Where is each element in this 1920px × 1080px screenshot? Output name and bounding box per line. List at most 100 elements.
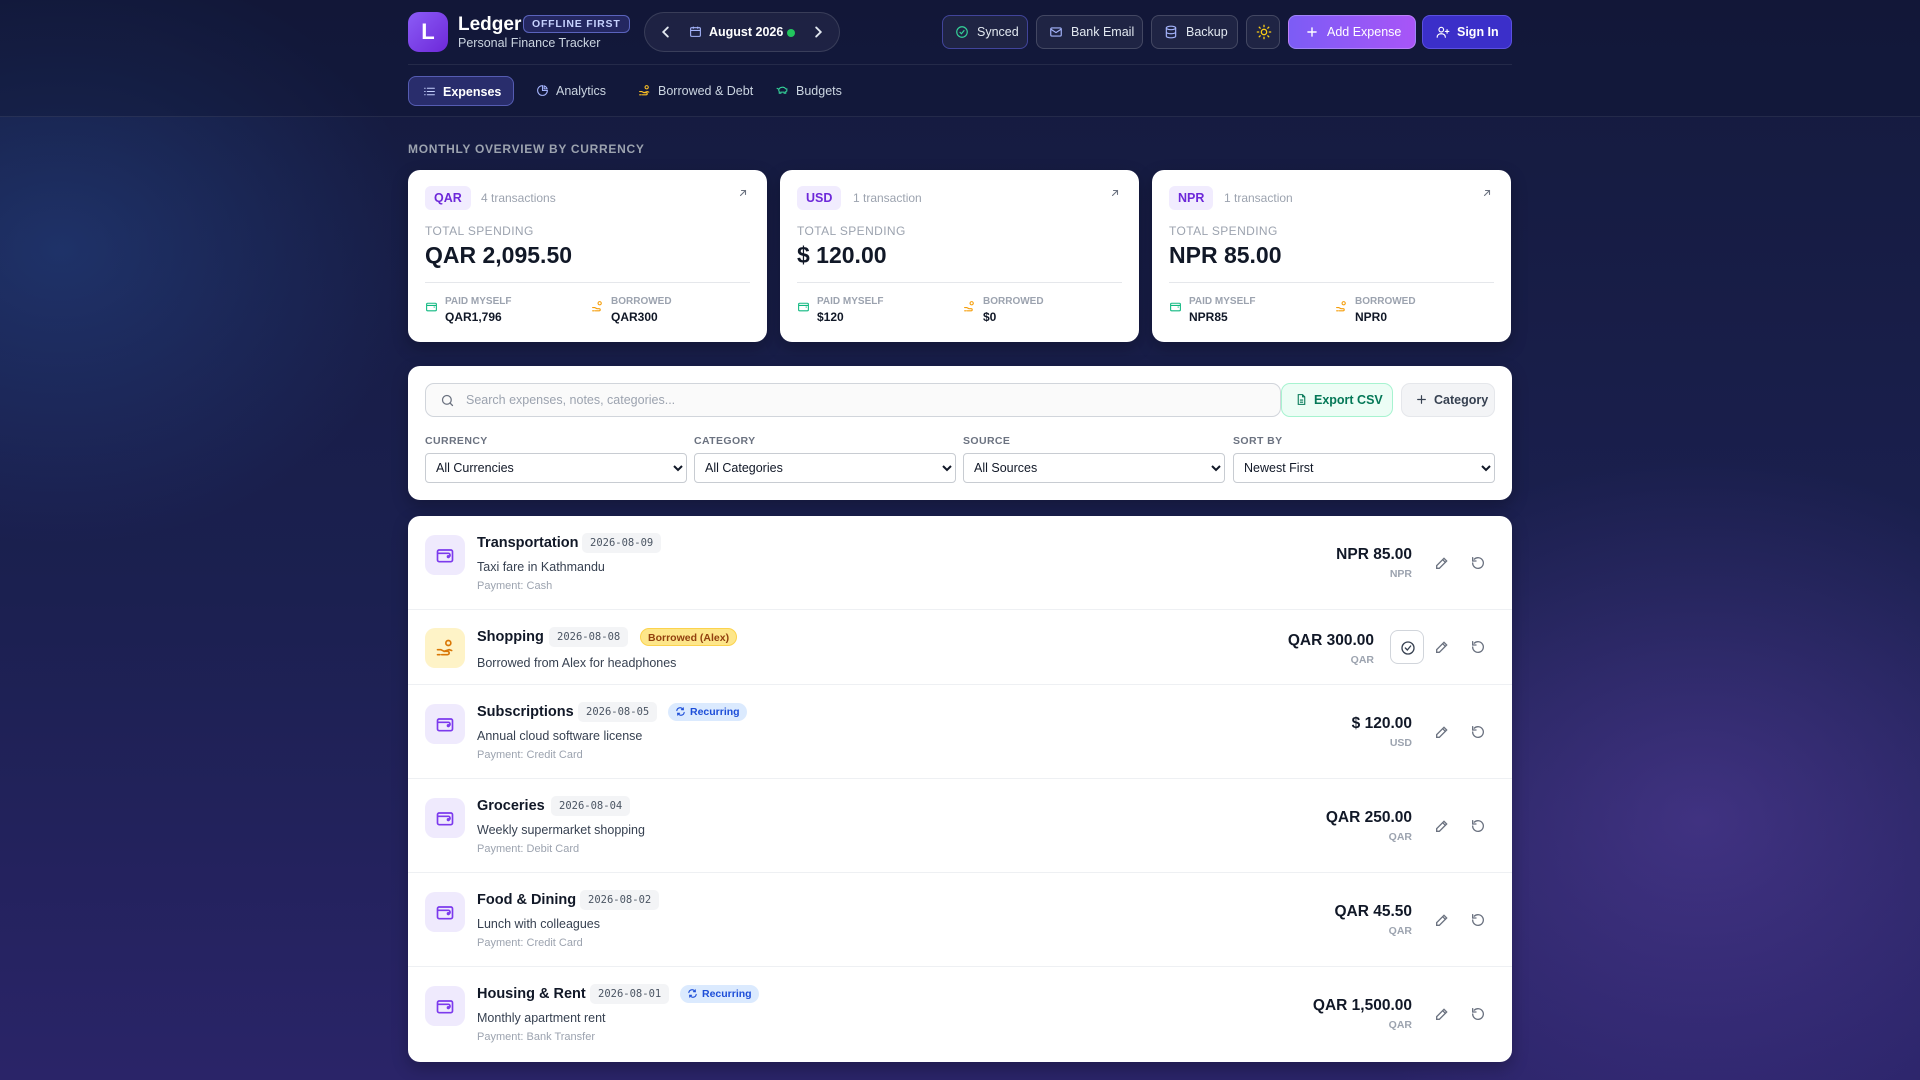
- currency-card-npr[interactable]: NPR 1 transaction TOTAL SPENDING NPR 85.…: [1152, 170, 1511, 342]
- borrowed-stat: BORROWED QAR300: [591, 294, 751, 324]
- repeat-icon: [687, 988, 698, 999]
- undo-icon[interactable]: [1464, 633, 1492, 661]
- transaction-count: 1 transaction: [853, 191, 922, 205]
- tab-expenses[interactable]: Expenses: [408, 76, 514, 106]
- edit-icon[interactable]: [1428, 1000, 1456, 1028]
- currency-card-usd[interactable]: USD 1 transaction TOTAL SPENDING $ 120.0…: [780, 170, 1139, 342]
- expense-row[interactable]: Groceries 2026-08-04 Weekly supermarket …: [408, 779, 1512, 873]
- mail-icon: [1049, 25, 1063, 39]
- offline-first-badge: OFFLINE FIRST: [523, 15, 630, 33]
- export-csv-label: Export CSV: [1314, 393, 1383, 407]
- expense-row[interactable]: Transportation 2026-08-09 Taxi fare in K…: [408, 516, 1512, 610]
- source-filter-label: SOURCE: [963, 435, 1011, 447]
- expense-category: Housing & Rent: [477, 986, 586, 1002]
- search-icon: [440, 393, 455, 408]
- expense-date: 2026-08-02: [580, 890, 660, 910]
- paid-myself-value: QAR1,796: [445, 310, 502, 324]
- expense-row[interactable]: Food & Dining 2026-08-02 Lunch with coll…: [408, 873, 1512, 967]
- category-filter-select[interactable]: All Categories: [694, 453, 956, 483]
- sign-in-button[interactable]: Sign In: [1422, 15, 1512, 49]
- recurring-label: Recurring: [690, 706, 740, 718]
- expense-category: Food & Dining: [477, 892, 577, 908]
- topbar: L Ledger OFFLINE FIRST Personal Finance …: [408, 12, 1512, 52]
- hand-coins-icon: [591, 300, 604, 313]
- add-expense-button[interactable]: Add Expense: [1288, 15, 1416, 49]
- tab-borrowed-debt-label: Borrowed & Debt: [658, 84, 754, 98]
- expense-amount: $ 120.00: [1351, 715, 1412, 732]
- edit-icon[interactable]: [1428, 812, 1456, 840]
- expense-description: Annual cloud software license: [477, 729, 643, 743]
- bank-email-button[interactable]: Bank Email: [1036, 15, 1143, 49]
- tab-budgets-label: Budgets: [796, 84, 842, 98]
- tab-borrowed-debt[interactable]: Borrowed & Debt: [624, 76, 754, 106]
- expense-payment-method: Payment: Debit Card: [477, 843, 580, 855]
- synced-button[interactable]: Synced: [942, 15, 1028, 49]
- currency-filter-select[interactable]: All Currencies: [425, 453, 687, 483]
- export-csv-button[interactable]: Export CSV: [1281, 383, 1393, 417]
- borrowed-value: $0: [983, 310, 997, 324]
- wallet-icon: [425, 986, 465, 1026]
- synced-label: Synced: [977, 25, 1019, 39]
- paid-myself-stat: PAID MYSELF QAR1,796: [425, 294, 585, 324]
- add-category-button[interactable]: Category: [1401, 383, 1495, 417]
- database-icon: [1164, 25, 1178, 39]
- undo-icon[interactable]: [1464, 718, 1492, 746]
- edit-icon[interactable]: [1428, 718, 1456, 746]
- user-plus-icon: [1436, 25, 1450, 39]
- undo-icon[interactable]: [1464, 1000, 1492, 1028]
- current-month-label[interactable]: August 2026: [709, 25, 783, 39]
- currency-card-qar[interactable]: QAR 4 transactions TOTAL SPENDING QAR 2,…: [408, 170, 767, 342]
- expense-row[interactable]: Subscriptions 2026-08-05 Recurring Annua…: [408, 685, 1512, 779]
- expense-date: 2026-08-05: [578, 702, 658, 722]
- expense-date: 2026-08-09: [582, 533, 662, 553]
- source-filter-select[interactable]: All Sources: [963, 453, 1225, 483]
- borrowed-value: NPR0: [1355, 310, 1388, 324]
- tab-expenses-label: Expenses: [443, 85, 502, 99]
- arrow-up-right-icon[interactable]: [1481, 187, 1493, 199]
- card-divider: [425, 282, 750, 283]
- paid-myself-stat: PAID MYSELF $120: [797, 294, 957, 324]
- month-navigator: August 2026: [644, 12, 840, 52]
- borrowed-label: BORROWED: [1355, 296, 1416, 307]
- search-box: [425, 383, 1281, 417]
- repeat-icon: [675, 706, 686, 717]
- sign-in-label: Sign In: [1457, 25, 1499, 39]
- expense-row[interactable]: Housing & Rent 2026-08-01 Recurring Mont…: [408, 967, 1512, 1062]
- hand-coins-icon: [963, 300, 976, 313]
- expense-description: Borrowed from Alex for headphones: [477, 656, 677, 670]
- theme-toggle-button[interactable]: [1246, 15, 1280, 49]
- list-icon: [423, 85, 436, 98]
- edit-icon[interactable]: [1428, 906, 1456, 934]
- expense-row[interactable]: Shopping 2026-08-08 Borrowed (Alex) Borr…: [408, 610, 1512, 685]
- undo-icon[interactable]: [1464, 549, 1492, 577]
- sun-icon: [1256, 24, 1272, 40]
- undo-icon[interactable]: [1464, 906, 1492, 934]
- arrow-up-right-icon[interactable]: [737, 187, 749, 199]
- sort-by-label: SORT BY: [1233, 435, 1283, 447]
- chevron-right-icon[interactable]: [807, 21, 829, 43]
- wallet-icon: [425, 535, 465, 575]
- sort-by-select[interactable]: Newest First: [1233, 453, 1495, 483]
- borrowed-value: QAR300: [611, 310, 658, 324]
- recurring-badge: Recurring: [680, 985, 759, 1003]
- backup-button[interactable]: Backup: [1151, 15, 1238, 49]
- undo-icon[interactable]: [1464, 812, 1492, 840]
- chevron-left-icon[interactable]: [655, 21, 677, 43]
- borrowed-stat: BORROWED NPR0: [1335, 294, 1495, 324]
- arrow-up-right-icon[interactable]: [1109, 187, 1121, 199]
- expense-amount: QAR 250.00: [1325, 809, 1412, 826]
- search-input[interactable]: [466, 384, 1266, 416]
- expense-currency: QAR: [1388, 1019, 1412, 1031]
- tab-analytics[interactable]: Analytics: [522, 76, 616, 106]
- hand-coins-icon: [638, 84, 651, 97]
- borrowed-stat: BORROWED $0: [963, 294, 1123, 324]
- mark-settled-check-icon[interactable]: [1390, 630, 1424, 664]
- wallet-icon: [425, 704, 465, 744]
- expense-payment-method: Payment: Credit Card: [477, 749, 583, 761]
- tab-budgets[interactable]: Budgets: [762, 76, 852, 106]
- edit-icon[interactable]: [1428, 633, 1456, 661]
- borrowed-label: BORROWED: [611, 296, 672, 307]
- edit-icon[interactable]: [1428, 549, 1456, 577]
- total-spending-value: QAR 2,095.50: [425, 242, 573, 268]
- check-circle-icon: [955, 25, 969, 39]
